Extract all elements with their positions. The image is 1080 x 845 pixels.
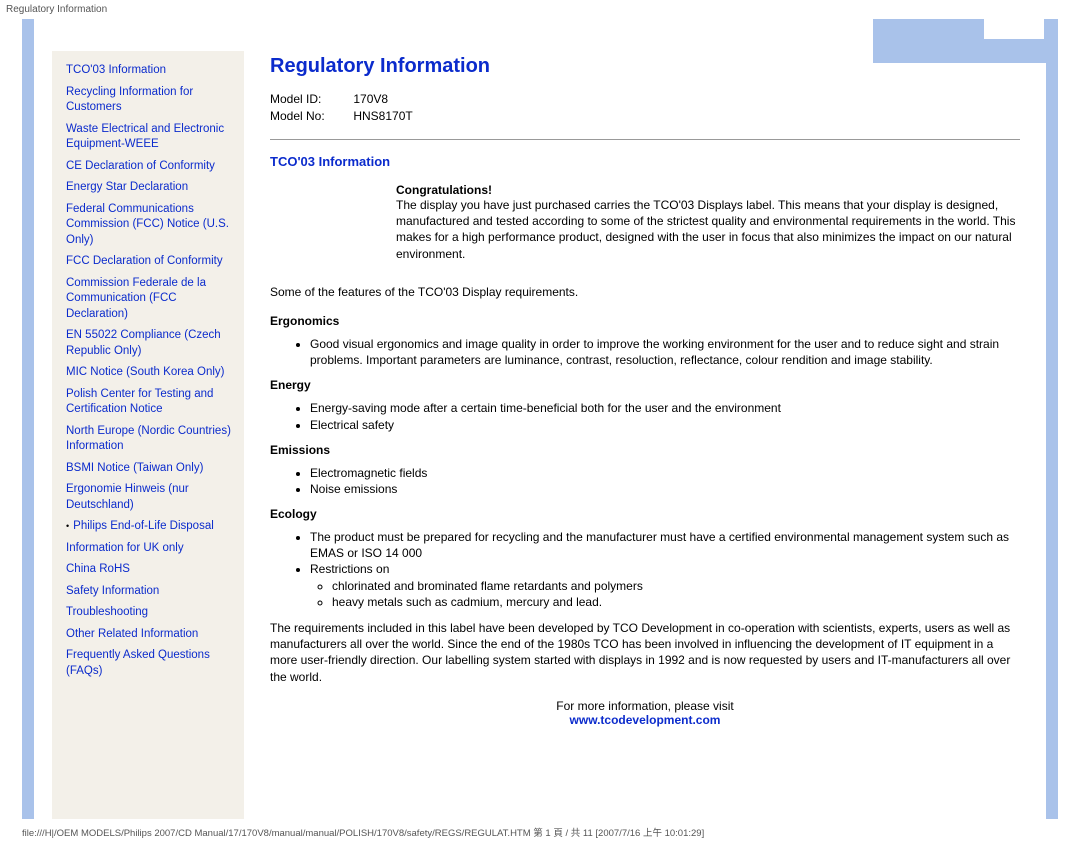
sidebar-link[interactable]: Energy Star Declaration [66, 181, 188, 193]
sidebar-link[interactable]: CE Declaration of Conformity [66, 160, 215, 172]
model-id-row: Model ID: 170V8 [270, 92, 1020, 106]
sidebar-item: Troubleshooting [66, 605, 234, 621]
list-item: Noise emissions [310, 481, 1020, 497]
ecology-list: The product must be prepared for recycli… [310, 529, 1020, 610]
sidebar-item: Safety Information [66, 584, 234, 600]
sidebar-link[interactable]: Frequently Asked Questions (FAQs) [66, 649, 210, 677]
list-item: The product must be prepared for recycli… [310, 529, 1020, 561]
list-item: Energy-saving mode after a certain time-… [310, 400, 1020, 416]
emissions-heading: Emissions [270, 443, 1020, 457]
sidebar-link[interactable]: TCO'03 Information [66, 64, 166, 76]
sidebar-item: Commission Federale de la Communication … [66, 276, 234, 323]
sidebar-item: Ergonomie Hinweis (nur Deutschland) [66, 482, 234, 513]
page-frame: TCO'03 Information Recycling Information … [22, 19, 1058, 819]
congratulations-block: Congratulations! The display you have ju… [396, 183, 1020, 262]
sub-list-item: heavy metals such as cadmium, mercury an… [332, 594, 1020, 610]
sidebar-link[interactable]: Troubleshooting [66, 606, 148, 618]
ecology-heading: Ecology [270, 507, 1020, 521]
sidebar-item: MIC Notice (South Korea Only) [66, 365, 234, 381]
sidebar-link[interactable]: Polish Center for Testing and Certificat… [66, 388, 213, 416]
separator [270, 139, 1020, 140]
list-item: Electromagnetic fields [310, 465, 1020, 481]
model-id-value: 170V8 [353, 92, 388, 106]
sidebar-link[interactable]: EN 55022 Compliance (Czech Republic Only… [66, 329, 221, 357]
sidebar-item: EN 55022 Compliance (Czech Republic Only… [66, 328, 234, 359]
section-heading-tco03: TCO'03 Information [270, 154, 1020, 169]
energy-list: Energy-saving mode after a certain time-… [310, 400, 1020, 432]
window-title: Regulatory Information [0, 0, 1080, 19]
sidebar-link[interactable]: Recycling Information for Customers [66, 86, 193, 114]
emissions-list: Electromagnetic fieldsNoise emissions [310, 465, 1020, 497]
decorative-left-border [22, 19, 34, 819]
sidebar-link[interactable]: Information for UK only [66, 542, 184, 554]
congrats-text: The display you have just purchased carr… [396, 197, 1020, 262]
sidebar-link[interactable]: Philips End-of-Life Disposal [73, 520, 214, 532]
sidebar-link[interactable]: North Europe (Nordic Countries) Informat… [66, 425, 231, 453]
sidebar-link[interactable]: FCC Declaration of Conformity [66, 255, 223, 267]
sidebar-list: TCO'03 Information Recycling Information … [58, 59, 234, 680]
ergonomics-heading: Ergonomics [270, 314, 1020, 328]
sidebar-link[interactable]: BSMI Notice (Taiwan Only) [66, 462, 203, 474]
sidebar-item: CE Declaration of Conformity [66, 159, 234, 175]
sidebar-item: Other Related Information [66, 627, 234, 643]
sidebar-item: TCO'03 Information [66, 63, 234, 79]
sidebar-link[interactable]: Safety Information [66, 585, 159, 597]
sidebar-item: China RoHS [66, 562, 234, 578]
more-info-block: For more information, please visit www.t… [270, 699, 1020, 727]
sidebar-item: North Europe (Nordic Countries) Informat… [66, 424, 234, 455]
congrats-title: Congratulations! [396, 183, 492, 197]
decorative-top-right [873, 19, 1058, 63]
features-intro: Some of the features of the TCO'03 Displ… [270, 284, 1020, 300]
sidebar-nav: TCO'03 Information Recycling Information … [34, 39, 244, 819]
sidebar-item: Waste Electrical and Electronic Equipmen… [66, 122, 234, 153]
sidebar-item: FCC Declaration of Conformity [66, 254, 234, 270]
requirements-paragraph: The requirements included in this label … [270, 620, 1020, 685]
decorative-notch [984, 19, 1044, 39]
model-no-label: Model No: [270, 109, 350, 123]
ergonomics-list: Good visual ergonomics and image quality… [310, 336, 1020, 368]
sidebar-link[interactable]: China RoHS [66, 563, 130, 575]
energy-heading: Energy [270, 378, 1020, 392]
more-info-text: For more information, please visit [556, 699, 733, 713]
decorative-right-border [1046, 19, 1058, 819]
sidebar-item: Information for UK only [66, 541, 234, 557]
sidebar-item: Frequently Asked Questions (FAQs) [66, 648, 234, 679]
sidebar-item: Philips End-of-Life Disposal [66, 519, 234, 535]
sidebar-link[interactable]: Other Related Information [66, 628, 198, 640]
sidebar-link[interactable]: Commission Federale de la Communication … [66, 277, 206, 320]
sidebar-link[interactable]: MIC Notice (South Korea Only) [66, 366, 225, 378]
list-item: Good visual ergonomics and image quality… [310, 336, 1020, 368]
sidebar-link[interactable]: Waste Electrical and Electronic Equipmen… [66, 123, 224, 151]
footer-file-path: file:///H|/OEM MODELS/Philips 2007/CD Ma… [0, 819, 1080, 845]
list-item: Restrictions onchlorinated and brominate… [310, 561, 1020, 610]
content-body: TCO'03 Information Recycling Information … [22, 19, 1058, 819]
model-id-label: Model ID: [270, 92, 350, 106]
model-no-row: Model No: HNS8170T [270, 109, 1020, 123]
main-content: Regulatory Information Model ID: 170V8 M… [244, 39, 1046, 819]
sidebar-item: Energy Star Declaration [66, 180, 234, 196]
sidebar-link[interactable]: Federal Communications Commission (FCC) … [66, 203, 229, 246]
sidebar-item: Polish Center for Testing and Certificat… [66, 387, 234, 418]
list-item: Electrical safety [310, 417, 1020, 433]
sub-list: chlorinated and brominated flame retarda… [332, 578, 1020, 610]
sidebar-item: Recycling Information for Customers [66, 85, 234, 116]
sidebar-item: Federal Communications Commission (FCC) … [66, 202, 234, 249]
sidebar-item: BSMI Notice (Taiwan Only) [66, 461, 234, 477]
model-no-value: HNS8170T [353, 109, 412, 123]
tco-development-link[interactable]: www.tcodevelopment.com [570, 713, 721, 727]
sidebar-link[interactable]: Ergonomie Hinweis (nur Deutschland) [66, 483, 189, 511]
sub-list-item: chlorinated and brominated flame retarda… [332, 578, 1020, 594]
